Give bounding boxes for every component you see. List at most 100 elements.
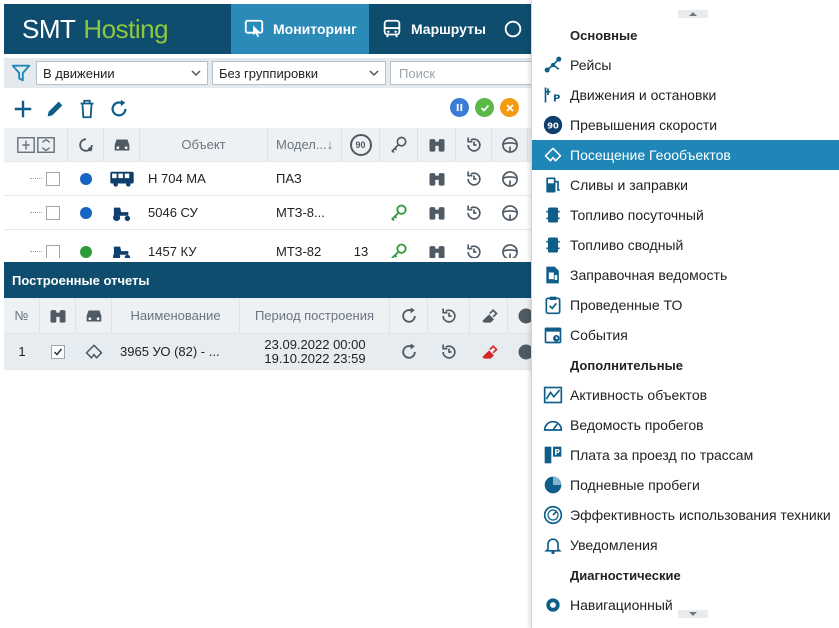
menu-item-maintenance[interactable]: Проведенные ТО <box>532 290 839 320</box>
row-checkbox[interactable] <box>46 171 60 186</box>
status-filter-select[interactable]: В движении <box>36 61 208 85</box>
fuel-station-icon <box>546 177 560 193</box>
column-object[interactable]: Объект <box>140 128 268 161</box>
table-row[interactable]: Н 704 МА ПАЗ <box>4 162 564 196</box>
row-select[interactable] <box>4 162 68 195</box>
scroll-up-arrow[interactable] <box>678 10 708 18</box>
column-model[interactable]: Модел...↓ <box>268 128 342 161</box>
menu-item-fuel-summary[interactable]: Топливо сводный <box>532 230 839 260</box>
menu-item-events[interactable]: События <box>532 320 839 350</box>
menu-item-trips[interactable]: Рейсы <box>532 50 839 80</box>
menu-item-activity[interactable]: Активность объектов <box>532 380 839 410</box>
menu-item-fuel-drains[interactable]: Сливы и заправки <box>532 170 839 200</box>
nav-routes[interactable]: Маршруты <box>369 4 498 54</box>
add-icon[interactable] <box>12 98 34 120</box>
menu-item-notifications[interactable]: Уведомления <box>532 530 839 560</box>
reports-title: Построенные отчеты <box>12 272 150 288</box>
row-checkbox[interactable] <box>46 244 60 258</box>
object-speed <box>342 162 380 195</box>
status-dot <box>68 240 104 258</box>
bell-icon <box>544 538 562 555</box>
menu-item-label: Топливо сводный <box>570 237 684 253</box>
scroll-down-arrow[interactable] <box>678 610 708 618</box>
expand-collapse-icon[interactable] <box>4 128 68 161</box>
menu-item-fuel-sheet[interactable]: Заправочная ведомость <box>532 260 839 290</box>
key-icon[interactable] <box>380 128 418 161</box>
chevron-down-icon <box>191 70 201 77</box>
edit-icon[interactable] <box>44 98 66 120</box>
history-icon[interactable] <box>456 240 492 258</box>
key-icon[interactable] <box>380 196 418 229</box>
speed-90-column[interactable]: 90 <box>342 128 380 161</box>
tractor-icon <box>104 240 140 258</box>
steering-wheel-icon[interactable] <box>492 240 528 258</box>
object-model: МТЗ-8... <box>276 205 325 220</box>
report-num: 1 <box>18 344 26 359</box>
check-icon[interactable] <box>475 98 494 117</box>
eraser-icon[interactable] <box>470 298 508 333</box>
movement-icon: P <box>544 87 560 105</box>
steering-wheel-icon[interactable] <box>492 128 528 161</box>
nav-monitoring[interactable]: Мониторинг <box>231 4 369 54</box>
filter-icon[interactable] <box>10 62 32 84</box>
report-period-from: 23.09.2022 00:00 <box>264 336 366 352</box>
history-icon[interactable] <box>456 162 492 195</box>
steering-wheel-icon[interactable] <box>492 162 528 195</box>
car-icon[interactable] <box>104 128 140 161</box>
object-model: ПАЗ <box>276 171 302 186</box>
row-select[interactable] <box>4 240 68 258</box>
report-period-to: 19.10.2022 23:59 <box>264 350 366 366</box>
grouping-select[interactable]: Без группировки <box>212 61 386 85</box>
row-checkbox[interactable] <box>46 205 60 220</box>
binoculars-icon[interactable] <box>418 196 456 229</box>
table-row[interactable]: 1457 КУ МТЗ-82 13 <box>4 230 564 258</box>
table-row[interactable]: 1 3965 УО (82) - ... 23.09.2022 00:00 19… <box>4 334 564 370</box>
table-row[interactable]: 5046 СУ МТЗ-8... <box>4 196 564 230</box>
menu-item-movements[interactable]: P Движения и остановки <box>532 80 839 110</box>
history-icon[interactable] <box>456 196 492 229</box>
nav-next[interactable] <box>498 4 528 54</box>
navigation-icon <box>546 598 560 612</box>
column-name[interactable]: Наименование <box>112 298 240 333</box>
menu-item-fuel-daily[interactable]: Топливо посуточный <box>532 200 839 230</box>
binoculars-icon[interactable] <box>418 128 456 161</box>
row-checkbox[interactable] <box>40 334 76 369</box>
report-period: 23.09.2022 00:00 19.10.2022 23:59 <box>240 334 390 369</box>
column-model-label: Модел...↓ <box>276 137 334 152</box>
pause-icon[interactable] <box>450 98 469 117</box>
delete-icon[interactable] <box>76 98 98 120</box>
menu-item-label: Посещение Геообъектов <box>570 147 731 163</box>
binoculars-icon[interactable] <box>40 298 76 333</box>
row-select[interactable] <box>4 196 68 229</box>
object-name: Н 704 МА <box>148 171 206 186</box>
refresh-icon[interactable] <box>108 98 130 120</box>
column-period[interactable]: Период построения <box>240 298 390 333</box>
binoculars-icon[interactable] <box>418 240 456 258</box>
menu-item-daily-mileage[interactable]: Подневные пробеги <box>532 470 839 500</box>
svg-text:P: P <box>553 94 560 105</box>
logo[interactable]: SMT Hosting <box>4 4 231 54</box>
menu-item-mileage-sheet[interactable]: Ведомость пробегов <box>532 410 839 440</box>
refresh-icon[interactable] <box>390 298 428 333</box>
menu-item-geoobjects[interactable]: Посещение Геообъектов <box>532 140 839 170</box>
menu-item-label: Подневные пробеги <box>570 477 700 493</box>
menu-item-efficiency[interactable]: Эффективность использования техники <box>532 500 839 530</box>
key-icon[interactable] <box>380 240 418 258</box>
binoculars-icon[interactable] <box>418 162 456 195</box>
menu-item-label: Движения и остановки <box>570 87 717 103</box>
wrench-icon[interactable] <box>500 98 519 117</box>
eraser-icon[interactable] <box>470 334 508 369</box>
history-icon[interactable] <box>428 298 470 333</box>
steering-wheel-icon[interactable] <box>492 196 528 229</box>
grouping-value: Без группировки <box>219 65 319 81</box>
monitoring-icon <box>244 19 264 38</box>
menu-item-label: Плата за проезд по трассам <box>570 447 754 463</box>
history-icon[interactable] <box>456 128 492 161</box>
menu-item-speeding[interactable]: 90 Превышения скорости <box>532 110 839 140</box>
refresh-column-icon[interactable] <box>68 128 104 161</box>
history-icon[interactable] <box>428 334 470 369</box>
reports-table-header: № Наименование Период построения <box>4 298 564 334</box>
menu-item-toll[interactable]: P Плата за проезд по трассам <box>532 440 839 470</box>
refresh-icon[interactable] <box>390 334 428 369</box>
car-icon[interactable] <box>76 298 112 333</box>
